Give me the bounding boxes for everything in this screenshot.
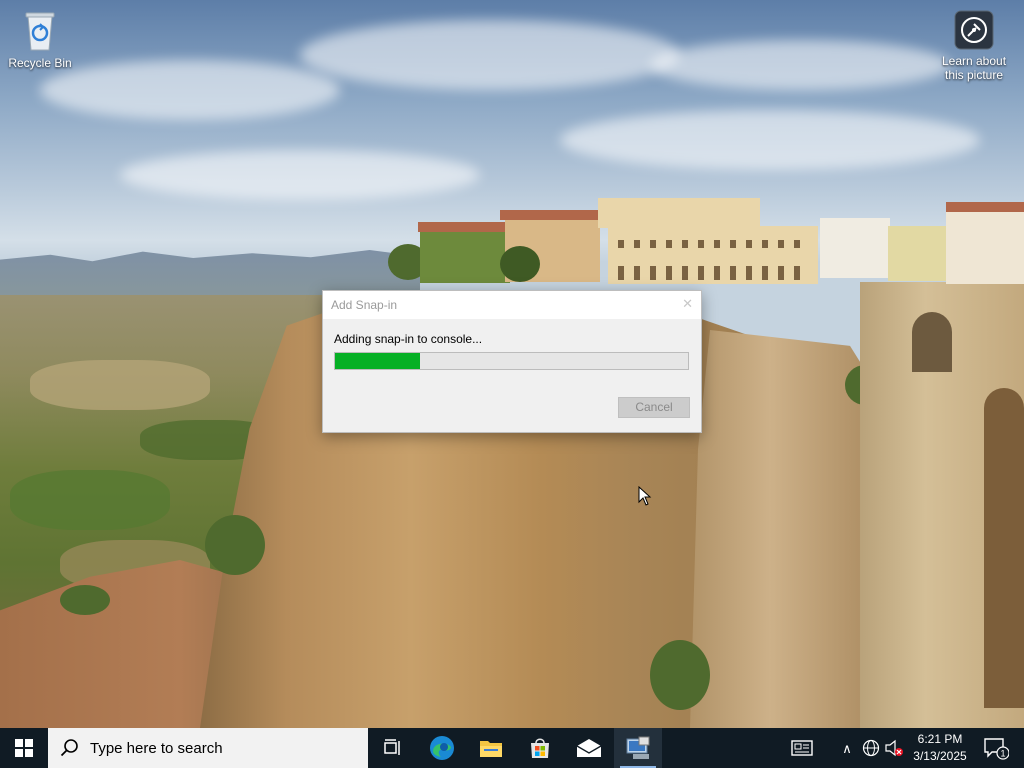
mmc-console-icon [626,736,650,759]
window-row [618,266,808,280]
window-row [618,240,808,248]
desktop-icon-learn-about-picture[interactable]: Learn about this picture [934,10,1014,82]
start-button[interactable] [0,728,48,768]
news-widget-icon [791,740,813,756]
clock-time: 6:21 PM [917,732,963,746]
desktop-icon-label: Recycle Bin [8,56,72,70]
edge-taskbar-button[interactable] [418,728,466,768]
network-globe-icon [862,739,880,757]
search-icon [60,739,78,757]
desktop-icon-label: Learn about this picture [941,54,1007,82]
building [888,226,948,281]
cloud [120,150,480,200]
mouse-cursor-icon [638,485,652,509]
shrub [650,640,710,710]
building [946,208,1024,284]
folder-icon [480,741,502,757]
learn-picture-icon [954,10,994,50]
bridge-arch [984,388,1024,708]
store-icon [531,738,549,758]
dialog-titlebar[interactable]: Add Snap-in ✕ [323,291,701,319]
volume-button[interactable] [883,728,905,768]
action-center-button[interactable]: 1 [976,728,1016,768]
dialog-title: Add Snap-in [331,298,398,312]
desktop-icon-recycle-bin[interactable]: Recycle Bin [0,8,80,70]
field [10,470,170,530]
chevron-up-icon: ∧ [842,740,852,756]
network-button[interactable] [860,728,882,768]
roof [418,222,512,232]
clock-date: 3/13/2025 [913,749,967,763]
cloud [560,110,980,170]
file-explorer-taskbar-button[interactable] [467,728,515,768]
search-box[interactable]: Type here to search [48,728,368,768]
mail-icon [576,739,602,757]
windows-logo-icon [15,739,33,757]
taskbar: Type here to search ∧ 6:21 PM 3/13/2025 … [0,728,1024,768]
add-snap-in-dialog: Add Snap-in ✕ Adding snap-in to console.… [322,290,702,433]
volume-muted-icon [885,739,903,757]
news-widget-button[interactable] [784,728,820,768]
shrub [60,585,110,615]
bridge-arch [912,312,952,372]
store-taskbar-button[interactable] [516,728,564,768]
cloud [40,60,340,120]
building [820,218,890,278]
status-message: Adding snap-in to console... [334,332,483,346]
show-hidden-icons-button[interactable]: ∧ [838,728,856,768]
progress-fill [335,353,420,369]
building [598,198,760,228]
task-view-icon [384,739,400,755]
tree [500,246,540,282]
progress-bar [334,352,689,370]
notification-count: 1 [1000,749,1005,759]
mmc-taskbar-button[interactable] [614,728,662,768]
notification-icon: 1 [984,738,1009,760]
task-view-button[interactable] [368,728,416,768]
recycle-bin-icon [20,8,60,52]
field [30,360,210,410]
cloud [650,40,950,90]
close-icon[interactable]: ✕ [682,296,693,312]
mail-taskbar-button[interactable] [565,728,613,768]
cancel-button[interactable]: Cancel [618,397,690,418]
search-placeholder: Type here to search [90,739,223,757]
roof [500,210,600,220]
clock[interactable]: 6:21 PM 3/13/2025 [906,728,974,768]
roof [946,202,1024,212]
building [420,228,510,283]
edge-icon [430,736,454,760]
shrub [205,515,265,575]
cloud [300,20,680,90]
